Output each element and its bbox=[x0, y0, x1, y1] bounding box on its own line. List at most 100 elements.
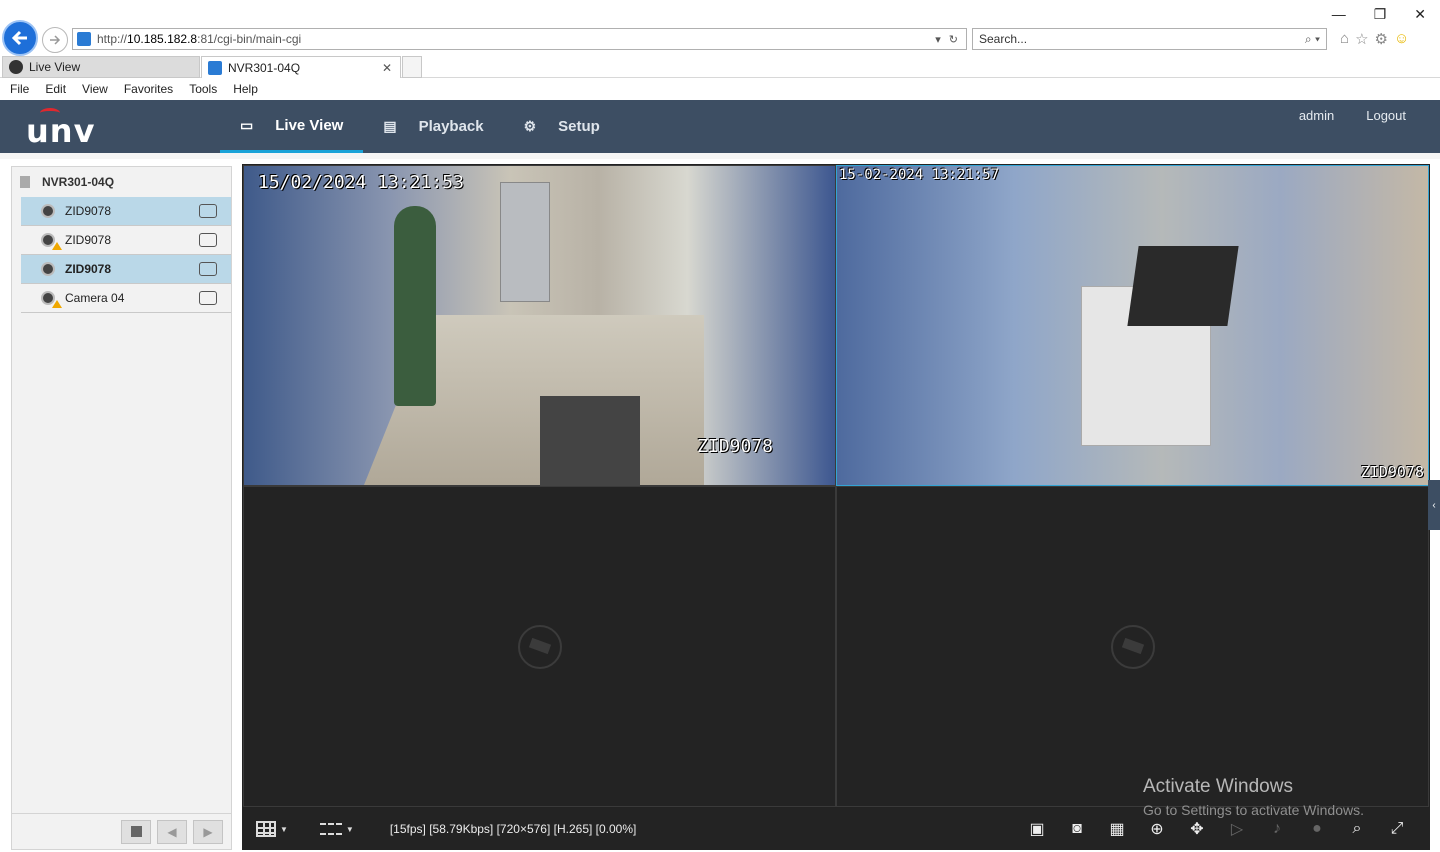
film-icon: ▤ bbox=[383, 118, 397, 134]
camera-item[interactable]: Camera 04 bbox=[21, 284, 231, 313]
device-tree: NVR301-04Q ZID9078 ZID9078 ZID9078 Camer… bbox=[11, 166, 232, 850]
browser-chrome: http://10.185.182.8:81/cgi-bin/main-cgi … bbox=[0, 0, 1440, 56]
watermark-title: Activate Windows bbox=[1143, 776, 1293, 797]
menu-file[interactable]: File bbox=[10, 82, 29, 96]
osd-camera-name: ZID9078 bbox=[697, 436, 773, 457]
search-box[interactable]: Search... ⌕ ▾ bbox=[972, 28, 1327, 50]
home-icon[interactable]: ⌂ bbox=[1340, 30, 1349, 48]
unv-logo: unv bbox=[26, 108, 95, 150]
camera-name: ZID9078 bbox=[65, 262, 112, 276]
username[interactable]: admin bbox=[1299, 108, 1334, 123]
camera-icon bbox=[41, 204, 55, 218]
url-path: :81/cgi-bin/main-cgi bbox=[197, 32, 302, 46]
layout-grid-icon[interactable] bbox=[256, 821, 276, 837]
warning-icon bbox=[52, 242, 62, 250]
stream-settings-icon[interactable] bbox=[199, 204, 217, 218]
play-icon[interactable]: ▷ bbox=[1226, 819, 1248, 839]
search-input[interactable]: Search... bbox=[979, 32, 1027, 46]
back-button[interactable] bbox=[2, 20, 38, 56]
stream-settings-icon[interactable] bbox=[199, 233, 217, 247]
star-icon[interactable]: ☆ bbox=[1355, 30, 1368, 48]
url-host: 10.185.182.8 bbox=[127, 32, 198, 46]
stream-type-icon[interactable] bbox=[319, 823, 342, 835]
camera-item[interactable]: ZID9078 bbox=[21, 255, 231, 284]
menu-help[interactable]: Help bbox=[233, 82, 258, 96]
digital-zoom-icon[interactable]: ▣ bbox=[1026, 819, 1048, 839]
arrow-right-icon: ▶ bbox=[203, 824, 213, 839]
nav-live-view[interactable]: ▭ Live View bbox=[220, 100, 364, 153]
forward-button[interactable] bbox=[42, 27, 68, 53]
search-icon[interactable]: ⌕ ▾ bbox=[1305, 32, 1326, 47]
stop-icon bbox=[130, 826, 142, 837]
nav-playback[interactable]: ▤ Playback bbox=[363, 100, 503, 153]
scene-person bbox=[394, 206, 436, 406]
header-divider bbox=[0, 153, 1440, 159]
monitor-icon: ▭ bbox=[240, 116, 254, 133]
menu-bar: File Edit View Favorites Tools Help bbox=[0, 78, 1440, 100]
site-favicon-icon bbox=[208, 60, 222, 75]
arrow-left-icon: ◀ bbox=[167, 824, 177, 839]
camera-name: Camera 04 bbox=[65, 291, 125, 305]
menu-tools[interactable]: Tools bbox=[189, 82, 217, 96]
scene-monitor bbox=[1127, 246, 1239, 326]
tab-label: Live View bbox=[29, 60, 81, 74]
camera-name: ZID9078 bbox=[65, 204, 112, 218]
minimize-icon[interactable]: — bbox=[1332, 6, 1346, 23]
prev-page-button[interactable]: ◀ bbox=[157, 819, 187, 844]
tab-label: NVR301-04Q bbox=[228, 60, 301, 75]
scene-atm bbox=[500, 182, 550, 302]
refresh-icon[interactable]: ↻ bbox=[949, 33, 958, 46]
stream-settings-icon[interactable] bbox=[199, 262, 217, 276]
logout-link[interactable]: Logout bbox=[1366, 108, 1406, 123]
camera-item[interactable]: ZID9078 bbox=[21, 197, 231, 226]
restore-icon[interactable]: ❐ bbox=[1374, 6, 1387, 23]
video-grid: 15/02/2024 13:21:53 ZID9078 15-02-2024 1… bbox=[242, 164, 1430, 808]
fullscreen-icon[interactable]: ⤢ bbox=[1386, 819, 1408, 839]
menu-view[interactable]: View bbox=[82, 82, 108, 96]
collapse-panel-button[interactable]: ‹ bbox=[1428, 480, 1440, 530]
camera-name: ZID9078 bbox=[65, 233, 112, 247]
video-pane-3[interactable] bbox=[243, 486, 836, 807]
tab-nvr[interactable]: NVR301-04Q ✕ bbox=[201, 56, 401, 78]
site-favicon-icon bbox=[77, 32, 91, 46]
menu-favorites[interactable]: Favorites bbox=[124, 82, 173, 96]
nav-label: Live View bbox=[275, 116, 344, 134]
menu-edit[interactable]: Edit bbox=[45, 82, 66, 96]
sidebar-footer: ◀ ▶ bbox=[12, 813, 231, 849]
tab-live-view[interactable]: Live View bbox=[2, 56, 200, 78]
address-bar[interactable]: http://10.185.182.8:81/cgi-bin/main-cgi … bbox=[72, 28, 967, 50]
microphone-icon[interactable]: ● bbox=[1306, 819, 1328, 839]
nav-setup[interactable]: ⚙ Setup bbox=[504, 100, 620, 153]
close-icon[interactable]: ✕ bbox=[1414, 6, 1426, 23]
record-clip-icon[interactable]: ▦ bbox=[1106, 819, 1128, 839]
new-tab-button[interactable] bbox=[402, 56, 422, 78]
camera-item[interactable]: ZID9078 bbox=[21, 226, 231, 255]
chevron-down-icon[interactable]: ▼ bbox=[346, 825, 354, 834]
audio-icon[interactable]: ♪ bbox=[1266, 819, 1288, 839]
smiley-icon[interactable]: ☺ bbox=[1394, 30, 1409, 48]
gear-icon[interactable]: ⚙ bbox=[1375, 30, 1388, 48]
stream-settings-icon[interactable] bbox=[199, 291, 217, 305]
dropdown-icon[interactable]: ▾ bbox=[935, 33, 941, 46]
3d-zoom-icon[interactable]: ⌕ bbox=[1346, 819, 1368, 839]
no-video-camera-icon bbox=[517, 624, 562, 669]
device-root[interactable]: NVR301-04Q bbox=[12, 167, 231, 197]
main-nav: ▭ Live View ▤ Playback ⚙ Setup bbox=[220, 100, 620, 153]
video-pane-2[interactable]: 15-02-2024 13:21:57 ZID9078 bbox=[836, 165, 1429, 486]
camera-favicon-icon bbox=[9, 60, 23, 74]
camera-icon bbox=[41, 262, 55, 276]
video-pane-1[interactable]: 15/02/2024 13:21:53 ZID9078 bbox=[243, 165, 836, 486]
snapshot-icon[interactable]: ◙ bbox=[1066, 819, 1088, 839]
stop-all-button[interactable] bbox=[121, 819, 151, 844]
tab-close-icon[interactable]: ✕ bbox=[382, 61, 400, 75]
gear-icon: ⚙ bbox=[523, 118, 537, 134]
url-prefix: http:// bbox=[97, 32, 128, 46]
nav-label: Playback bbox=[418, 118, 484, 135]
chevron-down-icon[interactable]: ▼ bbox=[280, 825, 288, 834]
watermark-subtitle: Go to Settings to activate Windows. bbox=[1143, 802, 1364, 818]
ptz-icon[interactable]: ✥ bbox=[1186, 819, 1208, 839]
zoom-in-icon[interactable]: ⊕ bbox=[1146, 819, 1168, 839]
video-pane-4[interactable] bbox=[836, 486, 1429, 807]
next-page-button[interactable]: ▶ bbox=[193, 819, 223, 844]
address-url[interactable]: http://10.185.182.8:81/cgi-bin/main-cgi bbox=[97, 32, 935, 46]
